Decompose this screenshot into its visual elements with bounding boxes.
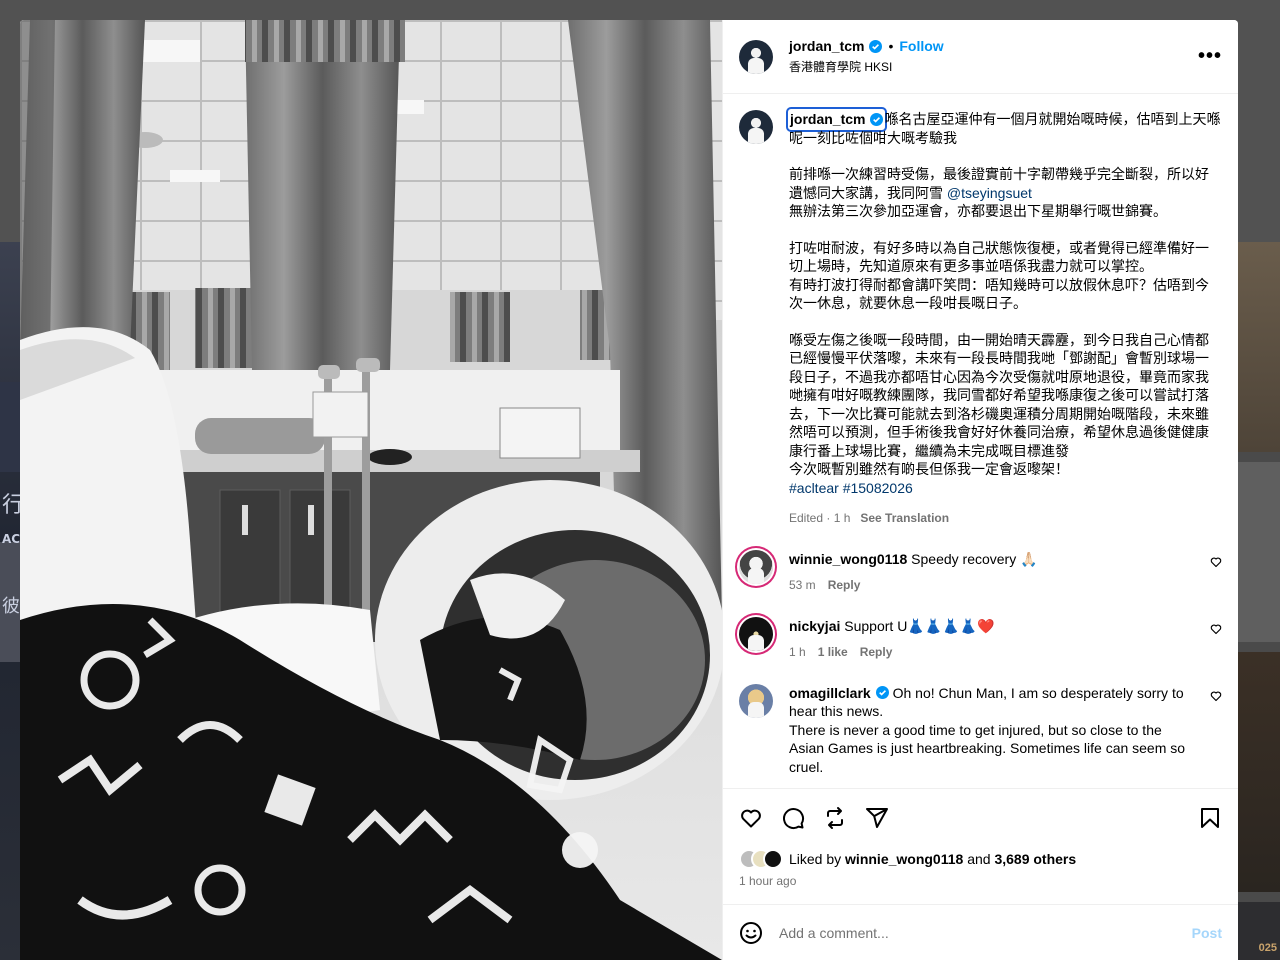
commenter-username[interactable]: omagillclark bbox=[789, 685, 871, 701]
background-glyph: AC bbox=[2, 532, 21, 546]
comment-item: omagillclark Oh no! Chun Man, I am so de… bbox=[739, 683, 1222, 777]
commenter-username[interactable]: winnie_wong0118 bbox=[789, 551, 907, 567]
mention-link[interactable]: @tseyingsuet bbox=[947, 185, 1032, 201]
liked-by-and: and bbox=[963, 851, 995, 867]
reply-button[interactable]: Reply bbox=[828, 578, 861, 592]
bookmark-icon[interactable] bbox=[1198, 806, 1222, 830]
more-options-icon[interactable]: ••• bbox=[1198, 45, 1222, 69]
commenter-avatar[interactable] bbox=[739, 616, 773, 651]
post-photo[interactable] bbox=[20, 20, 722, 960]
separator-dot: • bbox=[888, 38, 894, 54]
background-label: 025 bbox=[1258, 942, 1277, 954]
liked-by-prefix: Liked by bbox=[789, 851, 846, 867]
comment-icon[interactable] bbox=[781, 806, 805, 830]
post-header: jordan_tcm • Follow 香港體育學院 HKSI ••• bbox=[723, 20, 1238, 94]
liker-avatars bbox=[739, 849, 783, 869]
reply-button[interactable]: Reply bbox=[860, 645, 893, 659]
post-modal: jordan_tcm • Follow 香港體育學院 HKSI ••• jord… bbox=[20, 20, 1238, 960]
photo-illustration bbox=[20, 20, 722, 960]
post-location[interactable]: 香港體育學院 HKSI bbox=[789, 58, 1198, 75]
add-comment-bar: Post bbox=[723, 904, 1238, 960]
author-avatar[interactable] bbox=[739, 39, 773, 74]
caption-body: jordan_tcm 喺名古屋亞運仲有一個月就開始嘅時候，估唔到上天喺呢一刻比咗個… bbox=[785, 107, 1222, 528]
post-timestamp[interactable]: 1 hour ago bbox=[723, 874, 1238, 898]
edited-label: Edited · 1 h bbox=[789, 511, 851, 525]
comment-time: 53 m bbox=[789, 578, 816, 592]
author-info: jordan_tcm • Follow 香港體育學院 HKSI bbox=[789, 38, 1198, 75]
commenter-username[interactable]: nickyjai bbox=[789, 618, 840, 634]
liker-avatar[interactable] bbox=[763, 849, 783, 869]
comments-scroll-area[interactable]: jordan_tcm 喺名古屋亞運仲有一個月就開始嘅時候，估唔到上天喺呢一刻比咗個… bbox=[723, 94, 1238, 788]
heart-icon[interactable] bbox=[1210, 690, 1222, 702]
likes-summary: Liked by winnie_wong0118 and 3,689 other… bbox=[723, 846, 1238, 872]
commenter-avatar[interactable] bbox=[739, 683, 773, 718]
caption-meta: Edited · 1 h See Translation bbox=[789, 509, 1222, 528]
emoji-icon[interactable] bbox=[739, 921, 763, 945]
heart-icon[interactable] bbox=[739, 806, 763, 830]
verified-badge-icon bbox=[869, 39, 883, 53]
comment-time: 1 h bbox=[789, 645, 806, 659]
background-glyph: 彼 bbox=[2, 596, 20, 617]
comment-item: nickyjai Support U👗👗👗👗❤️ 1 h 1 like Reply bbox=[739, 616, 1222, 662]
background-right-strip: 025 bbox=[1238, 242, 1280, 960]
caption-paragraph: 打咗咁耐波，有好多時以為自己狀態恢復梗，或者覺得已經準備好一切上場時，先知道原來… bbox=[789, 239, 1209, 312]
post-comment-button[interactable]: Post bbox=[1192, 925, 1222, 941]
likes-count[interactable]: 3,689 others bbox=[994, 851, 1076, 867]
share-icon[interactable] bbox=[865, 806, 889, 830]
caption-author-avatar[interactable] bbox=[739, 110, 773, 144]
caption-username[interactable]: jordan_tcm bbox=[785, 107, 888, 132]
caption-paragraph: 喺受左傷之後嘅一段時間，由一開始晴天霹靂，到今日我自己心情都已經慢慢平伏落嚟，未… bbox=[789, 331, 1209, 478]
heart-icon[interactable] bbox=[1210, 556, 1222, 568]
background-left-strip: 行 AC 彼 bbox=[0, 242, 24, 960]
post-sidebar: jordan_tcm • Follow 香港體育學院 HKSI ••• jord… bbox=[722, 20, 1238, 960]
comment-text: Support U👗👗👗👗❤️ bbox=[844, 617, 995, 634]
hashtag-links[interactable]: #acltear #15082026 bbox=[789, 479, 1222, 498]
comment-item: winnie_wong0118 Speedy recovery 🙏🏻 53 m R… bbox=[739, 549, 1222, 595]
repost-icon[interactable] bbox=[823, 806, 847, 830]
liked-by-user[interactable]: winnie_wong0118 bbox=[845, 851, 963, 867]
comment-text: Speedy recovery 🙏🏻 bbox=[911, 550, 1038, 567]
verified-badge-icon bbox=[870, 112, 884, 126]
see-translation-button[interactable]: See Translation bbox=[860, 511, 949, 525]
verified-badge-icon bbox=[875, 685, 889, 699]
comment-input[interactable] bbox=[779, 924, 1192, 941]
author-username[interactable]: jordan_tcm bbox=[789, 38, 864, 54]
heart-icon[interactable] bbox=[1210, 623, 1222, 635]
post-actions-bar bbox=[723, 788, 1238, 846]
comment-likes[interactable]: 1 like bbox=[818, 645, 848, 659]
follow-button[interactable]: Follow bbox=[899, 38, 943, 54]
post-caption: jordan_tcm 喺名古屋亞運仲有一個月就開始嘅時候，估唔到上天喺呢一刻比咗個… bbox=[739, 107, 1222, 528]
caption-paragraph: 無辦法第三次參加亞運會，亦都要退出下星期舉行嘅世錦賽。 bbox=[789, 203, 1167, 219]
commenter-avatar[interactable] bbox=[739, 549, 773, 584]
